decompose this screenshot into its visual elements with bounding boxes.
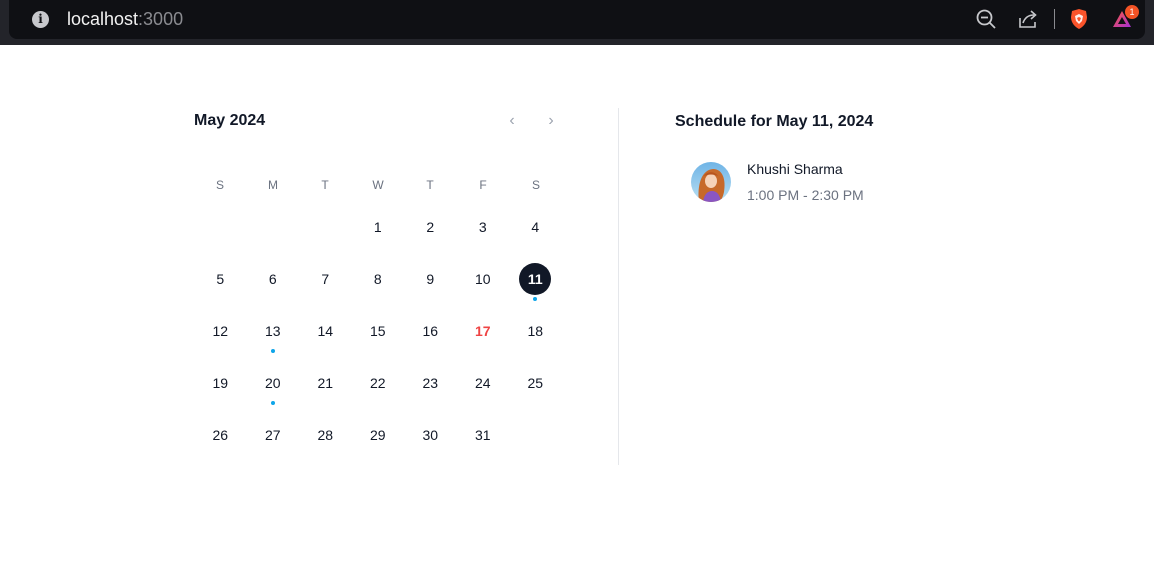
day-cell: 30 [404,413,457,465]
day-cell: 11 [509,257,562,309]
brave-shield-icon[interactable] [1068,8,1090,30]
day-cell: 8 [352,257,405,309]
day-cell: 6 [247,257,300,309]
day-cell: 5 [194,257,247,309]
day-cell: 2 [404,205,457,257]
day-cell: 20 [247,361,300,413]
day-cell: 15 [352,309,405,361]
event-indicator-dot [270,349,275,353]
url-text[interactable]: localhost:3000 [67,8,183,30]
day-cell: 22 [352,361,405,413]
day-cell: 12 [194,309,247,361]
day-button[interactable]: 9 [414,263,446,295]
empty-cell [299,205,352,257]
day-button[interactable]: 20 [257,367,289,399]
url-port: :3000 [138,9,184,29]
weekday-label: S [215,178,224,192]
day-cell: 21 [299,361,352,413]
day-button[interactable]: 1 [362,211,394,243]
empty-cell [194,205,247,257]
day-button[interactable]: 10 [467,263,499,295]
day-cell: 7 [299,257,352,309]
day-cell: 31 [457,413,510,465]
month-label: May 2024 [194,112,266,129]
day-cell: 29 [352,413,405,465]
day-button[interactable]: 29 [362,419,394,451]
day-cell: 25 [509,361,562,413]
share-icon[interactable] [1017,8,1039,30]
day-button[interactable]: 5 [204,263,236,295]
day-button[interactable]: 12 [204,315,236,347]
event-indicator-dot [270,401,275,405]
toolbar-separator [1054,9,1055,29]
day-button[interactable]: 23 [414,367,446,399]
day-button[interactable]: 26 [204,419,236,451]
day-button[interactable]: 22 [362,367,394,399]
event-indicator-dot [533,297,538,301]
day-button[interactable]: 17 [467,315,499,347]
day-cell: 10 [457,257,510,309]
day-cell: 18 [509,309,562,361]
day-button[interactable]: 3 [467,211,499,243]
event-name: Khushi Sharma [747,161,843,177]
day-button[interactable]: 21 [309,367,341,399]
weekday-label: S [531,178,540,192]
weekday-label: M [268,178,278,192]
address-bar[interactable]: i localhost:3000 [9,0,1145,39]
weekday-label: W [372,178,384,192]
day-cell: 3 [457,205,510,257]
event-item[interactable]: Khushi Sharma 1:00 PM - 2:30 PM [691,160,991,206]
day-cell: 16 [404,309,457,361]
day-button[interactable]: 24 [467,367,499,399]
weekday-label: T [426,178,434,192]
calendar-grid: 1 2 3 4 5 6 7 8 9 10 11 12 13 14 15 16 17 18 19 20 21 22 23 24 2… [194,205,562,465]
schedule-title: Schedule for May 11, 2024 [675,113,874,130]
day-button[interactable]: 13 [257,315,289,347]
day-button[interactable]: 16 [414,315,446,347]
weekday-label: F [479,178,487,192]
day-cell: 17 [457,309,510,361]
url-host: localhost [67,9,139,29]
browser-toolbar: i localhost:3000 1 [0,0,1154,45]
day-button[interactable]: 8 [362,263,394,295]
day-cell: 9 [404,257,457,309]
day-button[interactable]: 7 [309,263,341,295]
zoom-out-icon[interactable] [975,8,997,30]
empty-cell [247,205,300,257]
day-cell: 4 [509,205,562,257]
day-button[interactable]: 4 [519,211,551,243]
day-button[interactable]: 2 [414,211,446,243]
day-cell: 1 [352,205,405,257]
event-time: 1:00 PM - 2:30 PM [747,187,864,203]
day-button[interactable]: 27 [257,419,289,451]
day-button[interactable]: 14 [309,315,341,347]
day-button[interactable]: 31 [467,419,499,451]
chevron-left-icon[interactable]: ‹ [503,112,521,130]
day-button[interactable]: 18 [519,315,551,347]
day-button[interactable]: 6 [257,263,289,295]
avatar [691,162,731,202]
notification-badge: 1 [1125,5,1139,19]
day-cell: 26 [194,413,247,465]
day-cell: 14 [299,309,352,361]
day-cell: 28 [299,413,352,465]
day-button[interactable]: 25 [519,367,551,399]
panel-divider [618,108,619,465]
day-cell: 13 [247,309,300,361]
day-button[interactable]: 28 [309,419,341,451]
info-icon[interactable]: i [32,11,49,28]
day-button[interactable]: 19 [204,367,236,399]
chevron-right-icon[interactable]: › [542,112,560,130]
day-button[interactable]: 11 [519,263,552,295]
day-cell: 27 [247,413,300,465]
day-button[interactable]: 30 [414,419,446,451]
weekday-label: T [321,178,329,192]
day-button[interactable]: 15 [362,315,394,347]
day-cell: 23 [404,361,457,413]
day-cell: 24 [457,361,510,413]
day-cell: 19 [194,361,247,413]
